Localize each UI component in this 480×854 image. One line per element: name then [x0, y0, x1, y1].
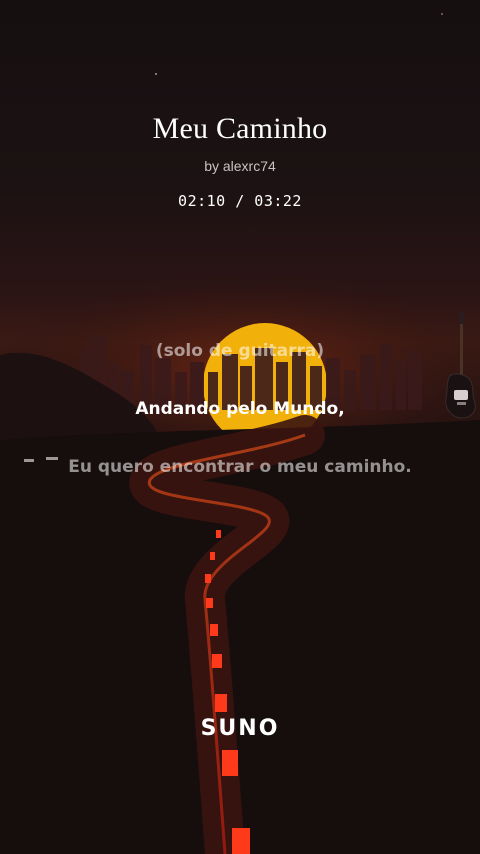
track-header: Meu Caminho by alexrc74 02:10 / 03:22: [0, 112, 480, 210]
lyric-line-current: Andando pelo Mundo,: [135, 399, 345, 419]
star: [155, 73, 157, 75]
lyrics-panel: (solo de guitarra) Andando pelo Mundo, E…: [0, 338, 480, 512]
lyric-line: (solo de guitarra): [155, 341, 325, 361]
lyric-line: Eu quero encontrar o meu caminho.: [68, 457, 412, 477]
playback-time: 02:10 / 03:22: [178, 192, 302, 210]
player-screen: Meu Caminho by alexrc74 02:10 / 03:22 (s…: [0, 0, 480, 854]
artist-name: by alexrc74: [204, 158, 276, 174]
star: [441, 13, 443, 15]
song-title: Meu Caminho: [152, 112, 328, 145]
suno-logo: SUNO: [200, 716, 280, 741]
